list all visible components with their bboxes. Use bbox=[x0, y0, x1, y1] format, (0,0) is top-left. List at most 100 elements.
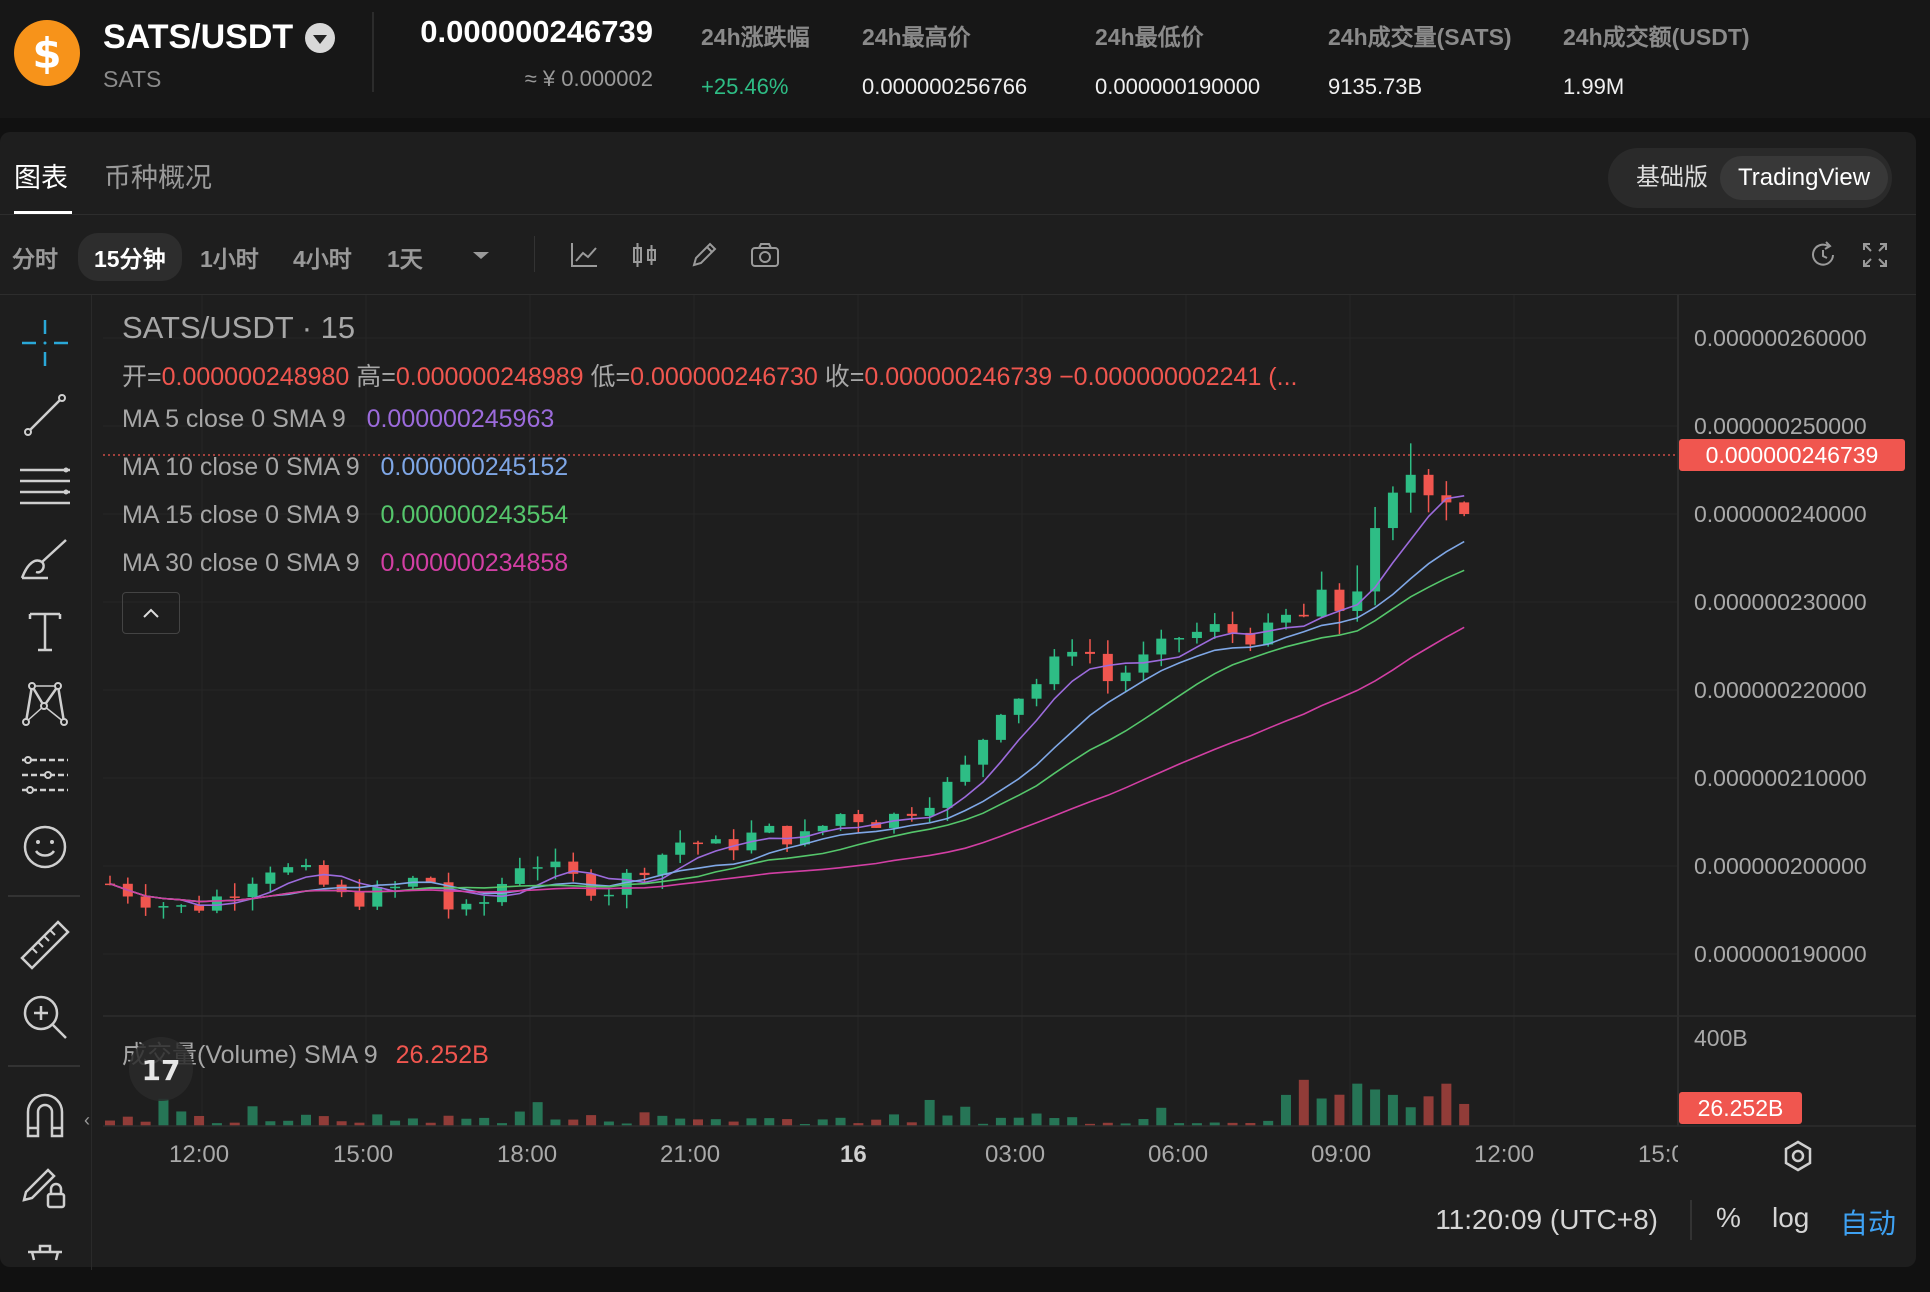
volume-bar bbox=[657, 1115, 668, 1126]
percent-scale-toggle[interactable]: % bbox=[1716, 1202, 1741, 1234]
volume-bar bbox=[817, 1119, 828, 1126]
y-tick: 0.000000240000 bbox=[1694, 501, 1867, 527]
volume-bar bbox=[1031, 1113, 1042, 1126]
candle-body bbox=[1013, 698, 1024, 715]
volume-bar bbox=[461, 1118, 472, 1126]
x-tick: 15:00 bbox=[333, 1141, 394, 1168]
x-tick: 21:00 bbox=[660, 1141, 721, 1168]
ma-line-30 bbox=[109, 626, 1465, 903]
candle-body bbox=[1031, 684, 1042, 699]
timezone-clock[interactable]: 11:20:09 (UTC+8) bbox=[1435, 1204, 1658, 1236]
ma-label: MA 10 close 0 SMA 9 bbox=[122, 453, 360, 481]
candle-body bbox=[247, 883, 258, 898]
volume-bar bbox=[247, 1106, 258, 1126]
chevron-up-icon bbox=[143, 608, 159, 618]
volume-bar bbox=[158, 1098, 169, 1126]
volume-bar bbox=[372, 1114, 383, 1126]
high-value: 0.000000248989 bbox=[395, 363, 584, 391]
volume-bar bbox=[960, 1106, 971, 1126]
candle-body bbox=[1334, 589, 1345, 611]
candle-body bbox=[479, 902, 490, 904]
candle-body bbox=[978, 739, 989, 765]
volume-bar bbox=[693, 1119, 704, 1126]
candle-body bbox=[675, 842, 686, 855]
low-label: 低= bbox=[590, 363, 631, 391]
x-tick: 12:00 bbox=[169, 1141, 230, 1168]
ma-label: MA 30 close 0 SMA 9 bbox=[122, 549, 360, 577]
x-tick: 15:0 bbox=[1638, 1141, 1678, 1168]
volume-bar bbox=[1049, 1118, 1060, 1126]
candle-body bbox=[354, 892, 365, 907]
ma-value: 0.000000245152 bbox=[380, 453, 569, 481]
volume-axis-tick: 400B bbox=[1694, 1025, 1748, 1051]
candle-body bbox=[461, 903, 472, 910]
volume-bar bbox=[301, 1114, 312, 1126]
candle-body bbox=[532, 867, 543, 869]
volume-bar bbox=[586, 1115, 597, 1126]
candle-body bbox=[1067, 651, 1078, 657]
volume-bar bbox=[1459, 1103, 1470, 1126]
ma-value: 0.000000234858 bbox=[380, 549, 569, 577]
candle-body bbox=[372, 887, 383, 907]
candle-body bbox=[1191, 631, 1202, 639]
ma15-legend[interactable]: MA 15 close 0 SMA 9 0.000000243554 bbox=[122, 501, 568, 530]
volume-bar bbox=[871, 1119, 882, 1126]
ma10-legend[interactable]: MA 10 close 0 SMA 9 0.000000245152 bbox=[122, 453, 568, 482]
volume-bar bbox=[1316, 1098, 1327, 1126]
volume-tag: 26.252B bbox=[1679, 1092, 1802, 1124]
volume-bar bbox=[1441, 1083, 1452, 1126]
volume-bar bbox=[390, 1120, 401, 1126]
candle-body bbox=[390, 886, 401, 889]
candle-body bbox=[1156, 638, 1167, 655]
collapse-legend-button[interactable] bbox=[122, 592, 180, 634]
candle-body bbox=[782, 825, 793, 845]
candle-body bbox=[995, 714, 1006, 740]
candle-body bbox=[764, 825, 775, 833]
volume-bar bbox=[1352, 1083, 1363, 1126]
y-tick: 0.000000220000 bbox=[1694, 677, 1867, 703]
candle-body bbox=[906, 813, 917, 816]
y-tick: 0.000000200000 bbox=[1694, 853, 1867, 879]
x-tick: 03:00 bbox=[985, 1141, 1046, 1168]
x-tick: 06:00 bbox=[1148, 1141, 1209, 1168]
open-value: 0.000000248980 bbox=[161, 363, 350, 391]
candle-body bbox=[301, 865, 312, 868]
volume-bar bbox=[764, 1118, 775, 1126]
log-scale-toggle[interactable]: log bbox=[1772, 1202, 1809, 1234]
volume-bar bbox=[407, 1118, 418, 1126]
ma30-legend[interactable]: MA 30 close 0 SMA 9 0.000000234858 bbox=[122, 549, 568, 578]
candle-body bbox=[693, 842, 704, 845]
volume-bar bbox=[889, 1114, 900, 1126]
volume-bar bbox=[1370, 1089, 1381, 1126]
candle-body bbox=[265, 872, 276, 884]
volume-bar bbox=[194, 1115, 205, 1126]
candle-body bbox=[1174, 638, 1185, 640]
candle-body bbox=[853, 814, 864, 823]
candle-body bbox=[1209, 624, 1220, 632]
settings-icon[interactable] bbox=[1780, 1138, 1816, 1174]
ohlc-legend: 开=0.000000248980 高=0.000000248989 低=0.00… bbox=[122, 357, 1297, 393]
volume-bar bbox=[746, 1118, 757, 1126]
candle-body bbox=[1227, 624, 1238, 633]
y-tick: 0.000000260000 bbox=[1694, 325, 1867, 351]
volume-bar bbox=[675, 1118, 686, 1126]
candle-body bbox=[550, 861, 561, 868]
last-price-tag: 0.000000246739 bbox=[1679, 439, 1905, 471]
high-label: 高= bbox=[356, 363, 396, 391]
volume-bar bbox=[283, 1120, 294, 1126]
volume-bar bbox=[1298, 1079, 1309, 1126]
candle-body bbox=[960, 764, 971, 782]
ma5-legend[interactable]: MA 5 close 0 SMA 9 0.000000245963 bbox=[122, 405, 554, 434]
x-tick: 09:00 bbox=[1311, 1141, 1372, 1168]
auto-scale-toggle[interactable]: 自动 bbox=[1840, 1202, 1896, 1242]
volume-bar bbox=[1405, 1107, 1416, 1126]
ma-value: 0.000000245963 bbox=[366, 405, 555, 433]
volume-bar bbox=[443, 1115, 454, 1126]
candle-body bbox=[1459, 502, 1470, 515]
candle-body bbox=[283, 867, 294, 873]
candle-body bbox=[1405, 474, 1416, 493]
candle-body bbox=[1049, 656, 1060, 685]
price-chart[interactable] bbox=[0, 0, 1930, 1292]
volume-bar bbox=[1281, 1094, 1292, 1126]
candle-body bbox=[140, 896, 151, 908]
